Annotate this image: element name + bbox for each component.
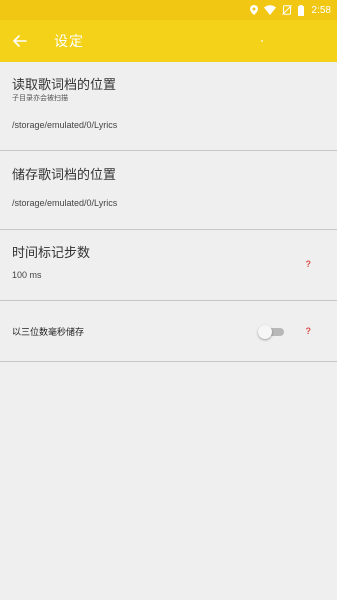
setting-read-lyrics-location[interactable]: 读取歌词档的位置 子目录亦会被扫描 /storage/emulated/0/Ly… (0, 62, 337, 151)
no-sim-icon (281, 5, 292, 15)
help-icon[interactable]: ? (306, 326, 312, 336)
setting-save-lyrics-location[interactable]: 储存歌词档的位置 /storage/emulated/0/Lyrics (0, 151, 337, 230)
three-digit-ms-toggle[interactable] (258, 325, 284, 339)
setting-value: 100 ms (12, 270, 42, 280)
status-time: 2:58 (311, 4, 331, 16)
back-button[interactable] (0, 20, 40, 62)
location-icon (249, 5, 258, 15)
setting-value: /storage/emulated/0/Lyrics (12, 120, 118, 130)
setting-value: /storage/emulated/0/Lyrics (12, 198, 118, 208)
setting-title: 时间标记步数 (12, 246, 91, 261)
page-title: 设定 (54, 34, 84, 50)
settings-screen: 2:58 设定 读取歌词档的位置 子目录亦会被扫描 /storage/emula… (0, 0, 337, 600)
setting-subtitle: 子目录亦会被扫描 (12, 94, 68, 102)
setting-three-digit-ms[interactable]: 以三位数毫秒储存 ? (0, 301, 337, 362)
help-icon[interactable]: ? (306, 259, 312, 269)
app-toolbar: 设定 (0, 20, 337, 62)
setting-title: 储存歌词档的位置 (12, 168, 117, 183)
status-bar: 2:58 (0, 0, 337, 20)
toggle-thumb (258, 325, 272, 339)
battery-icon (297, 4, 304, 16)
wifi-icon (263, 5, 276, 15)
toolbar-dot (261, 40, 263, 42)
setting-title: 读取歌词档的位置 (12, 78, 117, 93)
setting-title: 以三位数毫秒储存 (12, 328, 85, 338)
setting-timestamp-step[interactable]: 时间标记步数 100 ms ? (0, 230, 337, 301)
settings-list: 读取歌词档的位置 子目录亦会被扫描 /storage/emulated/0/Ly… (0, 62, 337, 362)
arrow-left-icon (13, 35, 27, 47)
